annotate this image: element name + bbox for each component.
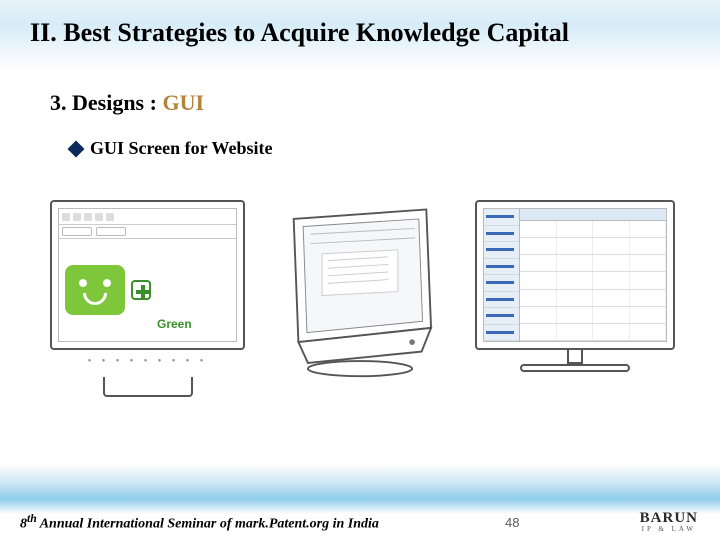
browser-tabbar bbox=[59, 225, 236, 239]
bullet-text: GUI Screen for Website bbox=[90, 138, 273, 159]
bullet-line: GUI Screen for Website bbox=[70, 138, 273, 159]
figure-row: Green • • • • • • • • • bbox=[50, 200, 670, 430]
section-heading: 3. Designs : GUI bbox=[50, 90, 204, 116]
monitor-bezel bbox=[475, 200, 675, 350]
brand-name: BARUN bbox=[640, 511, 698, 526]
bottom-gradient-band bbox=[0, 464, 720, 514]
monitor-stand-post bbox=[567, 350, 583, 364]
monitor-stand bbox=[103, 377, 193, 397]
diamond-bullet-icon bbox=[68, 140, 85, 157]
brand-subtitle: IP & LAW bbox=[640, 526, 698, 533]
section-heading-prefix: 3. Designs : bbox=[50, 90, 162, 115]
footer-seminar-text: 8th Annual International Seminar of mark… bbox=[20, 512, 379, 533]
monitor-base bbox=[520, 364, 630, 372]
sidebar-panel bbox=[484, 209, 520, 341]
plus-icon bbox=[131, 280, 151, 300]
data-table bbox=[520, 209, 666, 341]
crt-monitor-icon bbox=[265, 200, 455, 380]
brand-logo: BARUN IP & LAW bbox=[640, 511, 698, 533]
figure-monitor-1: Green • • • • • • • • • bbox=[50, 200, 245, 397]
page-number: 48 bbox=[505, 515, 519, 530]
smiley-icon bbox=[65, 265, 125, 315]
monitor-screen bbox=[483, 208, 667, 342]
section-heading-accent: GUI bbox=[162, 90, 204, 115]
monitor-control-dots: • • • • • • • • • bbox=[50, 356, 245, 367]
figure-monitor-3 bbox=[475, 200, 675, 372]
footer-ordinal-sup: th bbox=[27, 512, 37, 525]
slide: II. Best Strategies to Acquire Knowledge… bbox=[0, 0, 720, 540]
figure-monitor-2 bbox=[265, 200, 455, 385]
monitor-screen: Green bbox=[58, 208, 237, 342]
footer: 8th Annual International Seminar of mark… bbox=[0, 512, 720, 532]
monitor-bezel: Green bbox=[50, 200, 245, 350]
green-label: Green bbox=[157, 317, 192, 331]
slide-title: II. Best Strategies to Acquire Knowledge… bbox=[30, 18, 690, 48]
browser-toolbar bbox=[59, 209, 236, 225]
